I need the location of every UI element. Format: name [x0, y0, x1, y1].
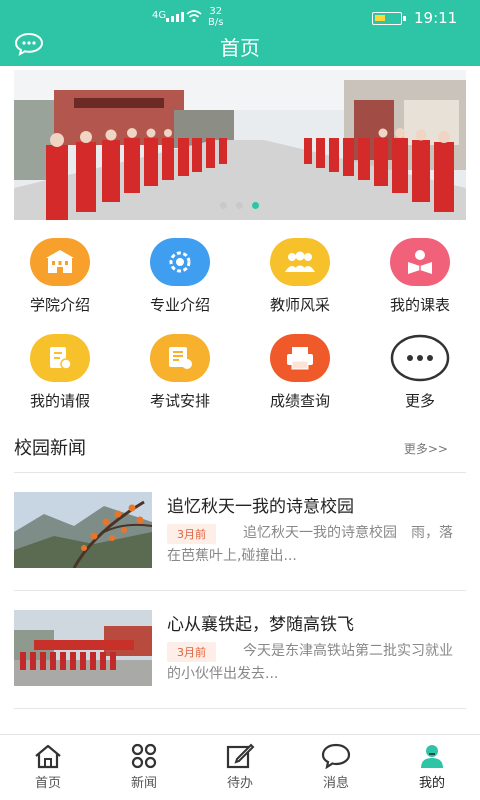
menu-score-query[interactable]: 成绩查询	[240, 334, 360, 411]
message-icon	[321, 743, 351, 769]
carousel-indicator[interactable]	[220, 202, 259, 209]
tab-news[interactable]: 新闻	[96, 735, 192, 791]
app-header: 4G 32 B/s 19:11 首页	[0, 0, 480, 66]
score-printer-icon	[270, 334, 330, 382]
menu-college-intro[interactable]: 学院介绍	[0, 238, 120, 315]
news-grid-icon	[131, 743, 157, 769]
carousel-dot[interactable]	[236, 202, 243, 209]
campus-news-more-link[interactable]: 更多>>	[404, 440, 448, 457]
leave-document-icon	[30, 334, 90, 382]
building-icon	[30, 238, 90, 286]
edit-icon	[226, 743, 255, 769]
tab-todo[interactable]: 待办	[192, 735, 288, 791]
campus-news-title: 校园新闻	[14, 438, 86, 459]
battery-icon	[372, 12, 406, 25]
menu-label: 我的课表	[389, 296, 450, 314]
tab-home[interactable]: 首页	[0, 735, 96, 791]
speed-value: 32	[209, 6, 223, 17]
home-icon	[35, 744, 61, 769]
exam-schedule-icon	[150, 334, 210, 382]
menu-major-intro[interactable]: 专业介绍	[120, 238, 240, 315]
divider	[14, 472, 466, 473]
banner-image	[14, 70, 466, 220]
menu-exam-schedule[interactable]: 考试安排	[120, 334, 240, 411]
network-speed: 32 B/s	[208, 6, 223, 28]
banner-carousel[interactable]	[14, 70, 466, 220]
news-title: 心从襄铁起，梦随高铁飞	[167, 615, 354, 635]
tab-label: 我的	[418, 776, 445, 791]
news-date-badge: 3月前	[167, 642, 216, 662]
tab-mine[interactable]: 我的	[384, 735, 480, 791]
news-date-badge: 3月前	[167, 524, 216, 544]
menu-more[interactable]: 更多	[360, 334, 480, 411]
signal-icon	[166, 12, 184, 22]
menu-label: 更多	[404, 392, 435, 410]
reader-icon	[390, 238, 450, 286]
more-icon	[390, 334, 450, 382]
status-time: 19:11	[414, 9, 458, 27]
menu-label: 教师风采	[269, 296, 330, 314]
menu-label: 学院介绍	[29, 296, 90, 314]
status-bar: 4G 32 B/s 19:11	[0, 0, 480, 36]
tab-label: 待办	[226, 776, 253, 791]
menu-teacher-style[interactable]: 教师风采	[240, 238, 360, 315]
page-title: 首页	[220, 36, 260, 60]
menu-label: 成绩查询	[269, 392, 330, 410]
news-title: 追忆秋天一我的诗意校园	[167, 497, 354, 517]
menu-label: 专业介绍	[149, 296, 210, 314]
news-item[interactable]: 心从襄铁起，梦随高铁飞 今天是东津高铁站第二批实习就业的小伙伴出发去... 3月…	[14, 610, 466, 686]
news-thumbnail	[14, 492, 152, 568]
tab-label: 消息	[322, 776, 349, 791]
news-item[interactable]: 追忆秋天一我的诗意校园 追忆秋天一我的诗意校园 雨，落在芭蕉叶上,碰撞出... …	[14, 492, 466, 568]
carousel-dot[interactable]	[220, 202, 227, 209]
bottom-tab-bar: 首页 新闻 待办 消息 我的	[0, 734, 480, 800]
tab-label: 新闻	[130, 776, 157, 791]
user-icon	[421, 745, 443, 768]
menu-my-leave[interactable]: 我的请假	[0, 334, 120, 411]
divider	[14, 590, 466, 591]
people-icon	[270, 238, 330, 286]
divider	[14, 708, 466, 709]
menu-my-schedule[interactable]: 我的课表	[360, 238, 480, 315]
network-type: 4G	[152, 10, 167, 21]
tab-label: 首页	[34, 776, 61, 791]
speed-unit: B/s	[208, 17, 224, 28]
news-thumbnail	[14, 610, 152, 686]
wifi-icon	[186, 9, 202, 27]
menu-label: 考试安排	[149, 392, 210, 410]
carousel-dot-active[interactable]	[252, 202, 259, 209]
menu-label: 我的请假	[29, 392, 90, 410]
tab-messages[interactable]: 消息	[288, 735, 384, 791]
flower-icon	[150, 238, 210, 286]
